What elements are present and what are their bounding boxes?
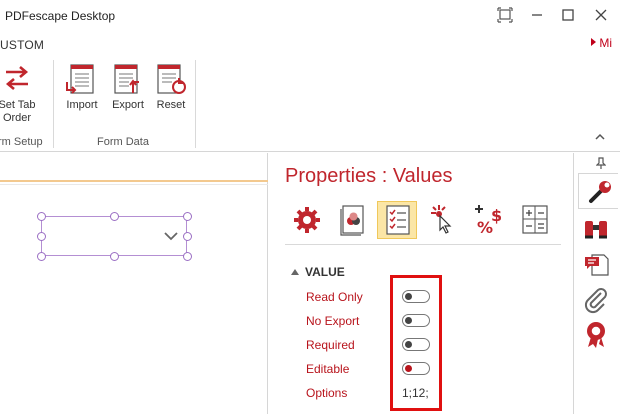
resize-handle-left[interactable]: [37, 232, 46, 241]
triangle-right-icon: [591, 38, 597, 46]
value-section-label: VALUE: [305, 265, 345, 279]
group-separator: [53, 60, 54, 148]
general-tab[interactable]: [287, 201, 327, 239]
export-button[interactable]: Export: [108, 62, 148, 112]
sidebar-search-button[interactable]: [581, 215, 611, 245]
export-label: Export: [112, 99, 144, 111]
pin-icon[interactable]: [596, 157, 606, 169]
appearance-icon: [340, 205, 364, 236]
binoculars-icon: [585, 221, 607, 239]
group-label-form-data: Form Data: [97, 136, 149, 148]
resize-handle-top-left[interactable]: [37, 212, 46, 221]
sidebar-properties-button[interactable]: [578, 173, 618, 209]
frame-icon: [497, 7, 513, 23]
resize-handle-top[interactable]: [110, 212, 119, 221]
calculate-icon: [522, 205, 548, 234]
gear-icon: [294, 207, 320, 233]
tab-custom[interactable]: USTOM: [0, 38, 44, 52]
paperclip-icon: [584, 288, 607, 314]
close-button[interactable]: [590, 4, 612, 26]
collapse-ribbon-icon[interactable]: [594, 132, 606, 142]
properties-category-bar: % $: [285, 197, 561, 245]
document-canvas[interactable]: [0, 153, 268, 414]
reset-icon: [154, 62, 188, 96]
group-separator: [195, 60, 196, 148]
reset-label: Reset: [156, 99, 186, 111]
values-tab[interactable]: [377, 201, 417, 239]
resize-handle-right[interactable]: [183, 232, 192, 241]
chevron-down-icon: [164, 232, 178, 241]
appearance-tab[interactable]: [333, 201, 373, 239]
tab-more-label: Mi: [599, 36, 612, 50]
actions-click-icon: [431, 205, 452, 234]
sidebar-signatures-button[interactable]: [581, 319, 611, 349]
dropdown-form-field[interactable]: [41, 216, 187, 256]
read-only-label: Read Only: [306, 290, 363, 304]
resize-handle-top-right[interactable]: [183, 212, 192, 221]
ribbon-tab-row: USTOM Mi: [0, 30, 620, 56]
export-icon: [111, 62, 145, 96]
format-tab[interactable]: % $: [467, 201, 507, 239]
import-button[interactable]: Import: [62, 62, 102, 112]
minimize-button[interactable]: [526, 4, 548, 26]
values-list-icon: [386, 205, 410, 235]
editable-label: Editable: [306, 362, 350, 376]
maximize-icon: [562, 9, 574, 21]
title-bar: PDFescape Desktop: [0, 0, 620, 30]
calculate-tab[interactable]: [515, 201, 555, 239]
import-label: Import: [66, 99, 98, 111]
actions-tab[interactable]: [423, 201, 463, 239]
sidebar-attachments-button[interactable]: [581, 285, 611, 315]
format-percent-dollar-icon: %$: [475, 205, 502, 237]
sidebar-comments-button[interactable]: [581, 249, 611, 279]
app-title: PDFescape Desktop: [5, 9, 116, 23]
group-label-form-setup: rm Setup: [0, 136, 43, 148]
collapse-triangle-icon: [291, 269, 299, 275]
resize-handle-bottom-left[interactable]: [37, 252, 46, 261]
minimize-icon: [532, 14, 542, 16]
close-icon: [595, 9, 607, 21]
wrench-icon: [589, 181, 611, 203]
page-edge-line: [0, 180, 268, 182]
reset-button[interactable]: Reset: [152, 62, 190, 112]
properties-panel: Properties : Values % $ VALUE Read Only N…: [269, 153, 573, 414]
resize-handle-bottom-right[interactable]: [183, 252, 192, 261]
restore-layout-button[interactable]: [494, 4, 516, 26]
options-label: Options: [306, 386, 348, 400]
value-section-header[interactable]: VALUE: [291, 265, 345, 279]
maximize-button[interactable]: [557, 4, 579, 26]
import-icon: [65, 62, 99, 96]
svg-text:$: $: [491, 206, 502, 225]
set-tab-order-button[interactable]: Set Tab Order: [0, 62, 40, 125]
resize-handle-bottom[interactable]: [110, 252, 119, 261]
comment-page-icon: [585, 254, 609, 276]
ribbon: Set Tab Order Import Export Reset rm Set…: [0, 56, 620, 152]
tab-more[interactable]: Mi: [591, 36, 612, 50]
swap-arrows-icon: [0, 62, 34, 96]
no-export-label: No Export: [306, 314, 360, 328]
page-edge-line-secondary: [0, 184, 268, 185]
certificate-icon: [587, 322, 605, 348]
required-label: Required: [306, 338, 355, 352]
set-tab-order-label-2: Order: [2, 112, 32, 124]
right-sidebar: [573, 153, 620, 414]
properties-title: Properties : Values: [285, 165, 453, 187]
annotation-highlight-box: [390, 275, 442, 411]
set-tab-order-label-1: Set Tab: [0, 99, 36, 111]
